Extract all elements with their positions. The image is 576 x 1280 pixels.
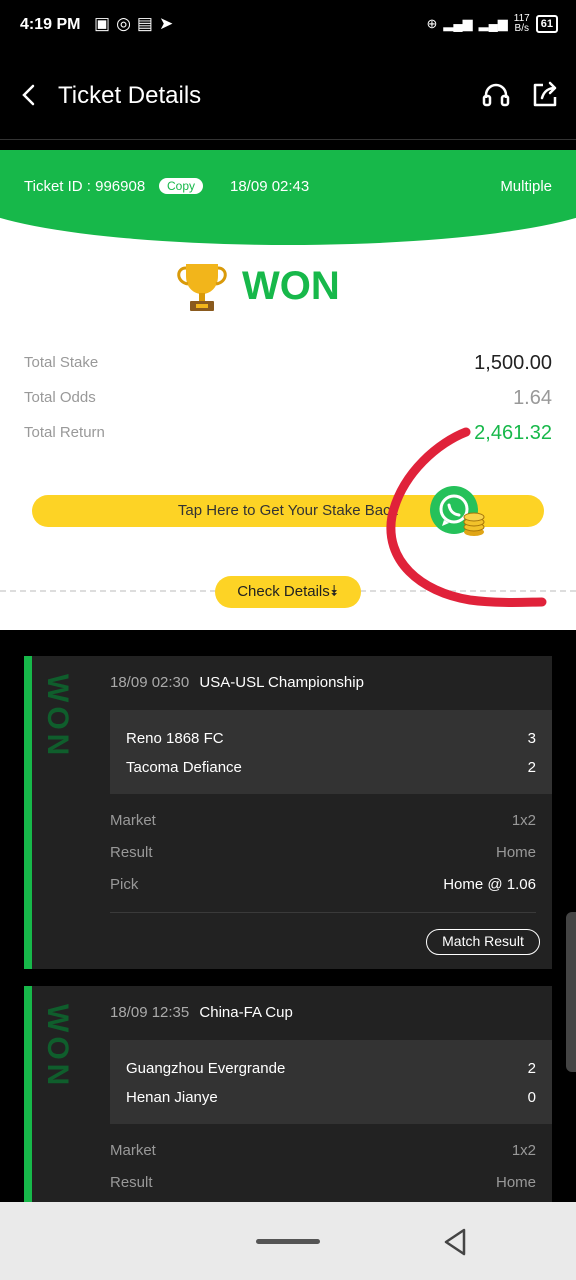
result-value: Home xyxy=(495,1174,536,1191)
scroll-handle[interactable] xyxy=(566,912,576,1072)
away-team-name: Henan Jianye xyxy=(126,1089,218,1106)
home-team-score: 3 xyxy=(527,730,536,747)
result-row: Result Home xyxy=(110,844,536,864)
system-navigation-bar xyxy=(0,1202,576,1280)
pick-label: Pick xyxy=(110,876,139,893)
match-status-bar xyxy=(24,986,32,1202)
ticket-summary-card: Ticket ID : 996908 Copy 18/09 02:43 Mult… xyxy=(0,150,576,630)
home-team-score: 2 xyxy=(527,1060,536,1077)
system-icons: ⊕ ▂▄▆ ▂▄▆ 117 B/s 61 xyxy=(426,14,558,34)
match-header: 18/09 12:35 China-FA Cup xyxy=(110,1004,293,1021)
whatsapp-notification-icon: ◎ xyxy=(116,14,131,33)
match-status: WON xyxy=(41,674,74,760)
match-result-button[interactable]: Match Result xyxy=(426,929,540,955)
match-header: 18/09 02:30 USA-USL Championship xyxy=(110,674,364,691)
header-divider xyxy=(0,139,576,140)
match-league: USA-USL Championship xyxy=(199,674,364,691)
market-label: Market xyxy=(110,812,156,829)
match-card: WON 18/09 12:35 China-FA Cup Guangzhou E… xyxy=(24,986,552,1202)
check-details-button[interactable]: Check Details⯯ xyxy=(215,576,361,608)
result-label: Result xyxy=(110,844,153,861)
network-speed: 117 B/s xyxy=(513,13,530,34)
ticket-type: Multiple xyxy=(500,178,552,195)
match-league: China-FA Cup xyxy=(199,1004,293,1021)
match-card: WON 18/09 02:30 USA-USL Championship Ren… xyxy=(24,656,552,969)
copy-ticket-id-button[interactable]: Copy xyxy=(159,178,204,194)
ticket-header-band xyxy=(0,150,576,245)
status-time: 4:19 PM xyxy=(20,16,81,33)
home-team-name: Guangzhou Evergrande xyxy=(126,1060,286,1077)
trophy-icon xyxy=(177,264,227,311)
check-details-label: Check Details xyxy=(237,583,330,600)
market-row: Market 1x2 xyxy=(110,812,536,832)
page-title: Ticket Details xyxy=(58,82,202,109)
home-gesture-pill[interactable] xyxy=(256,1239,320,1244)
away-team-score: 2 xyxy=(527,759,536,776)
pick-row: Pick Home @ 1.06 xyxy=(110,876,536,896)
pick-value: Home @ 1.06 xyxy=(443,876,536,893)
match-datetime: 18/09 02:30 xyxy=(110,674,190,691)
ticket-details-screen: 4:19 PM ▣ ◎ ▤ ➤ ⊕ ▂▄▆ ▂▄▆ 117 B/s 61 Tick… xyxy=(0,0,576,1280)
home-team-row: Guangzhou Evergrande 2 xyxy=(126,1060,536,1080)
match-teams: Reno 1868 FC 3 Tacoma Defiance 2 xyxy=(110,710,552,794)
battery-icon: 61 xyxy=(535,15,558,33)
ticket-status: WON xyxy=(242,264,340,308)
signal-2-icon: ▂▄▆ xyxy=(478,16,508,31)
home-team-name: Reno 1868 FC xyxy=(126,730,224,747)
signal-1-icon: ▂▄▆ xyxy=(443,16,473,31)
match-status: WON xyxy=(41,1004,74,1090)
ticket-id: Ticket ID : 996908 xyxy=(24,178,146,195)
away-team-row: Tacoma Defiance 2 xyxy=(126,759,536,779)
headset-support-icon[interactable] xyxy=(480,80,512,112)
ticket-date: 18/09 02:43 xyxy=(230,178,310,195)
result-row: Result Home xyxy=(110,1174,536,1194)
total-return-label: Total Return xyxy=(24,424,105,441)
total-odds-label: Total Odds xyxy=(24,389,96,406)
notification-icons: ▣ ◎ ▤ ➤ xyxy=(94,14,173,34)
status-bar: 4:19 PM ▣ ◎ ▤ ➤ ⊕ ▂▄▆ ▂▄▆ 117 B/s 61 xyxy=(0,0,576,52)
share-icon[interactable] xyxy=(530,80,560,110)
away-team-score: 0 xyxy=(527,1089,536,1106)
match-datetime: 18/09 12:35 xyxy=(110,1004,190,1021)
result-label: Result xyxy=(110,1174,153,1191)
double-chevron-down-icon: ⯯ xyxy=(329,583,339,600)
match-status-bar xyxy=(24,656,32,969)
total-stake-label: Total Stake xyxy=(24,354,99,371)
nav-back-icon[interactable] xyxy=(440,1226,472,1258)
market-value: 1x2 xyxy=(511,812,536,829)
battery-saver-icon: ▣ xyxy=(94,14,111,33)
total-stake-value: 1,500.00 xyxy=(474,352,552,374)
market-value: 1x2 xyxy=(511,1142,536,1159)
match-teams: Guangzhou Evergrande 2 Henan Jianye 0 xyxy=(110,1040,552,1124)
match-divider xyxy=(110,912,536,913)
market-label: Market xyxy=(110,1142,156,1159)
back-arrow-icon[interactable] xyxy=(14,80,44,110)
market-row: Market 1x2 xyxy=(110,1142,536,1162)
app-header: Ticket Details xyxy=(0,52,576,140)
result-value: Home xyxy=(495,844,536,861)
total-odds-value: 1.64 xyxy=(513,387,552,409)
red-annotation-mark xyxy=(386,427,547,607)
away-team-name: Tacoma Defiance xyxy=(126,759,242,776)
away-team-row: Henan Jianye 0 xyxy=(126,1089,536,1109)
data-saver-icon: ⊕ xyxy=(426,16,438,31)
home-team-row: Reno 1868 FC 3 xyxy=(126,730,536,750)
clapperboard-icon: ▤ xyxy=(136,14,153,33)
telegram-icon: ➤ xyxy=(158,14,174,33)
